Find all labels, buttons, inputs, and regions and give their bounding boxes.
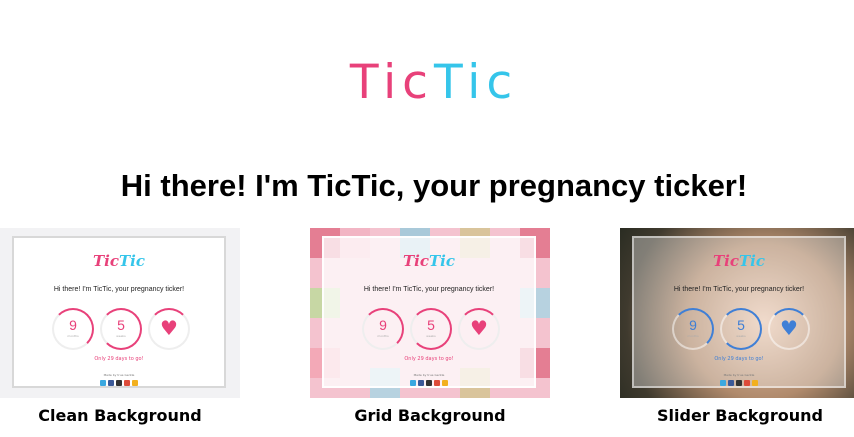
countdown-text: Only 29 days to go! <box>94 356 144 362</box>
countdown-text: Only 29 days to go! <box>714 356 764 362</box>
github-icon <box>426 380 432 386</box>
heart-circle: ♥ <box>768 308 810 350</box>
months-value: 9 <box>689 317 697 333</box>
countdown-text: Only 29 days to go! <box>404 356 454 362</box>
months-unit: months <box>67 334 79 338</box>
preview-headline: Hi there! I'm TicTic, your pregnancy tic… <box>673 286 805 293</box>
social-icons <box>324 380 534 386</box>
twitter-icon <box>720 380 726 386</box>
made-by-text: Made by true Gentle <box>103 373 135 377</box>
google-plus-icon <box>434 380 440 386</box>
social-icons <box>14 380 224 386</box>
preview-frame: TicTic Hi there! I'm TicTic, your pregna… <box>12 236 226 388</box>
preview-logo: TicTic <box>713 252 765 270</box>
months-value: 9 <box>69 317 77 333</box>
theme-preview-grid[interactable]: TicTic Hi there! I'm TicTic, your pregna… <box>310 228 550 398</box>
heart-circle: ♥ <box>148 308 190 350</box>
made-by-text: Made by true Gentle <box>413 373 445 377</box>
social-icons <box>634 380 844 386</box>
google-plus-icon <box>124 380 130 386</box>
google-plus-icon <box>744 380 750 386</box>
weeks-value: 5 <box>427 317 435 333</box>
twitter-icon <box>100 380 106 386</box>
heart-icon: ♥ <box>160 316 178 340</box>
label-clean-background[interactable]: Clean Background <box>0 406 240 425</box>
preview-headline: Hi there! I'm TicTic, your pregnancy tic… <box>53 286 185 293</box>
preview-frame: TicTic Hi there! I'm TicTic, your pregna… <box>632 236 846 388</box>
theme-preview-clean[interactable]: TicTic Hi there! I'm TicTic, your pregna… <box>0 228 240 398</box>
tictic-logo: TicTic <box>0 55 854 110</box>
email-icon <box>752 380 758 386</box>
twitter-icon <box>410 380 416 386</box>
made-by-text: Made by true Gentle <box>723 373 755 377</box>
email-icon <box>442 380 448 386</box>
facebook-icon <box>108 380 114 386</box>
months-circle: 9 months <box>672 308 714 350</box>
preview-logo: TicTic <box>403 252 455 270</box>
preview-frame: TicTic Hi there! I'm TicTic, your pregna… <box>322 236 536 388</box>
months-circle: 9 months <box>362 308 404 350</box>
months-unit: months <box>687 334 699 338</box>
weeks-unit: weeks <box>736 334 746 338</box>
logo-part-cyan: Tic <box>434 55 519 110</box>
weeks-circle: 5 weeks <box>720 308 762 350</box>
theme-preview-slider[interactable]: TicTic Hi there! I'm TicTic, your pregna… <box>620 228 854 398</box>
weeks-unit: weeks <box>426 334 436 338</box>
heart-circle: ♥ <box>458 308 500 350</box>
preview-logo: TicTic <box>93 252 145 270</box>
months-value: 9 <box>379 317 387 333</box>
weeks-value: 5 <box>117 317 125 333</box>
github-icon <box>116 380 122 386</box>
email-icon <box>132 380 138 386</box>
weeks-value: 5 <box>737 317 745 333</box>
page-headline: Hi there! I'm TicTic, your pregnancy tic… <box>120 168 748 203</box>
heart-icon: ♥ <box>470 316 488 340</box>
weeks-unit: weeks <box>116 334 126 338</box>
facebook-icon <box>728 380 734 386</box>
months-unit: months <box>377 334 389 338</box>
label-grid-background[interactable]: Grid Background <box>310 406 550 425</box>
months-circle: 9 months <box>52 308 94 350</box>
preview-headline: Hi there! I'm TicTic, your pregnancy tic… <box>363 286 495 293</box>
logo-part-pink: Tic <box>349 55 434 110</box>
weeks-circle: 5 weeks <box>410 308 452 350</box>
heart-icon: ♥ <box>780 316 798 340</box>
weeks-circle: 5 weeks <box>100 308 142 350</box>
facebook-icon <box>418 380 424 386</box>
label-slider-background[interactable]: Slider Background <box>620 406 854 425</box>
github-icon <box>736 380 742 386</box>
